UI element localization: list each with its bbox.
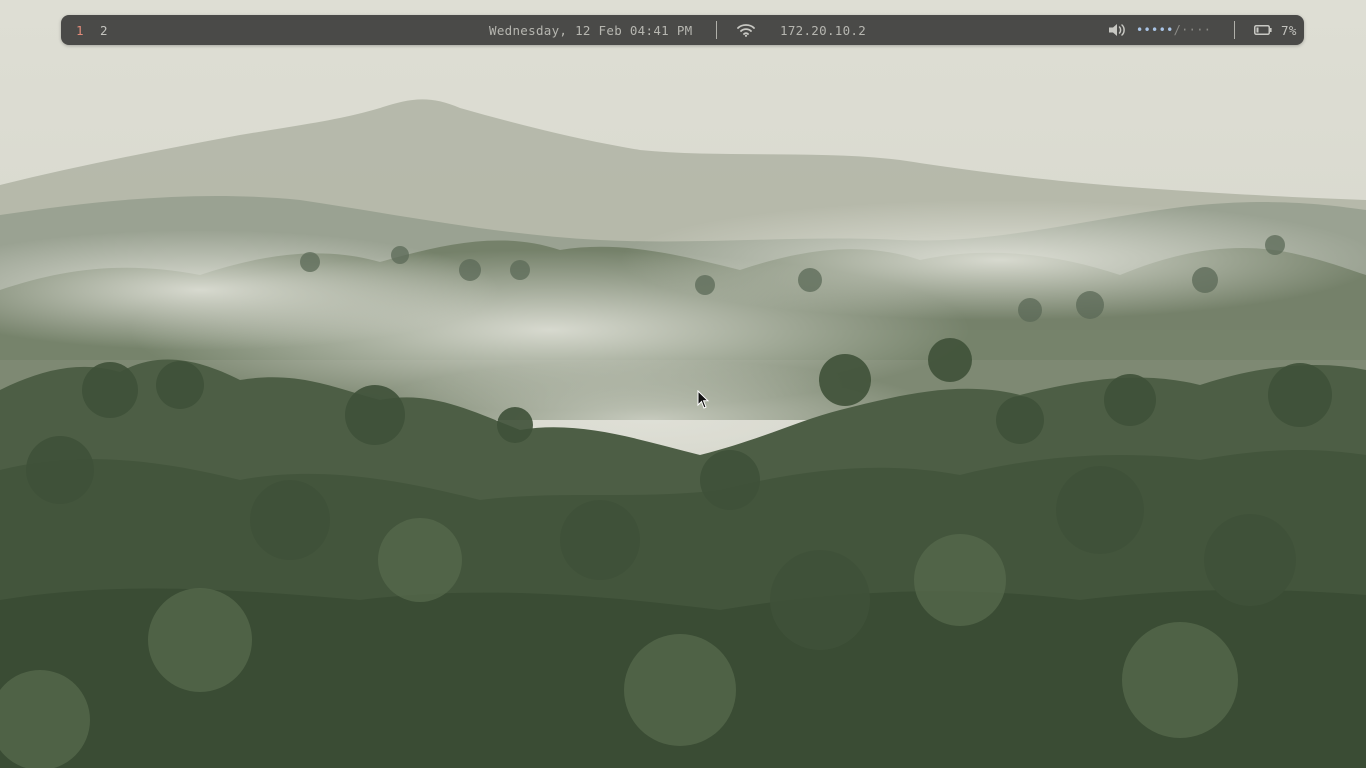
top-status-bar: 1 2 Wednesday, 12 Feb 04:41 PM 172.20.10… — [61, 15, 1304, 45]
battery-icon[interactable] — [1254, 15, 1272, 45]
ip-address: 172.20.10.2 — [780, 22, 867, 38]
desktop: 1 2 Wednesday, 12 Feb 04:41 PM 172.20.10… — [0, 0, 1366, 768]
bar-separator — [1234, 21, 1235, 39]
bar-separator — [716, 21, 717, 39]
volume-empty: ···· — [1181, 23, 1212, 37]
misty-forest-wallpaper — [0, 0, 1366, 768]
wifi-icon[interactable] — [736, 15, 756, 45]
workspace-1-button[interactable]: 1 — [76, 15, 84, 45]
clock-datetime[interactable]: Wednesday, 12 Feb 04:41 PM — [489, 15, 692, 45]
speaker-icon[interactable] — [1106, 15, 1128, 45]
workspace-2-button[interactable]: 2 — [100, 15, 108, 45]
volume-separator: / — [1173, 23, 1182, 37]
battery-percentage: 7% — [1281, 22, 1297, 38]
volume-level-indicator[interactable]: ••••• / ···· — [1136, 15, 1211, 45]
volume-filled: ••••• — [1136, 23, 1174, 37]
mouse-pointer-icon — [697, 390, 709, 409]
